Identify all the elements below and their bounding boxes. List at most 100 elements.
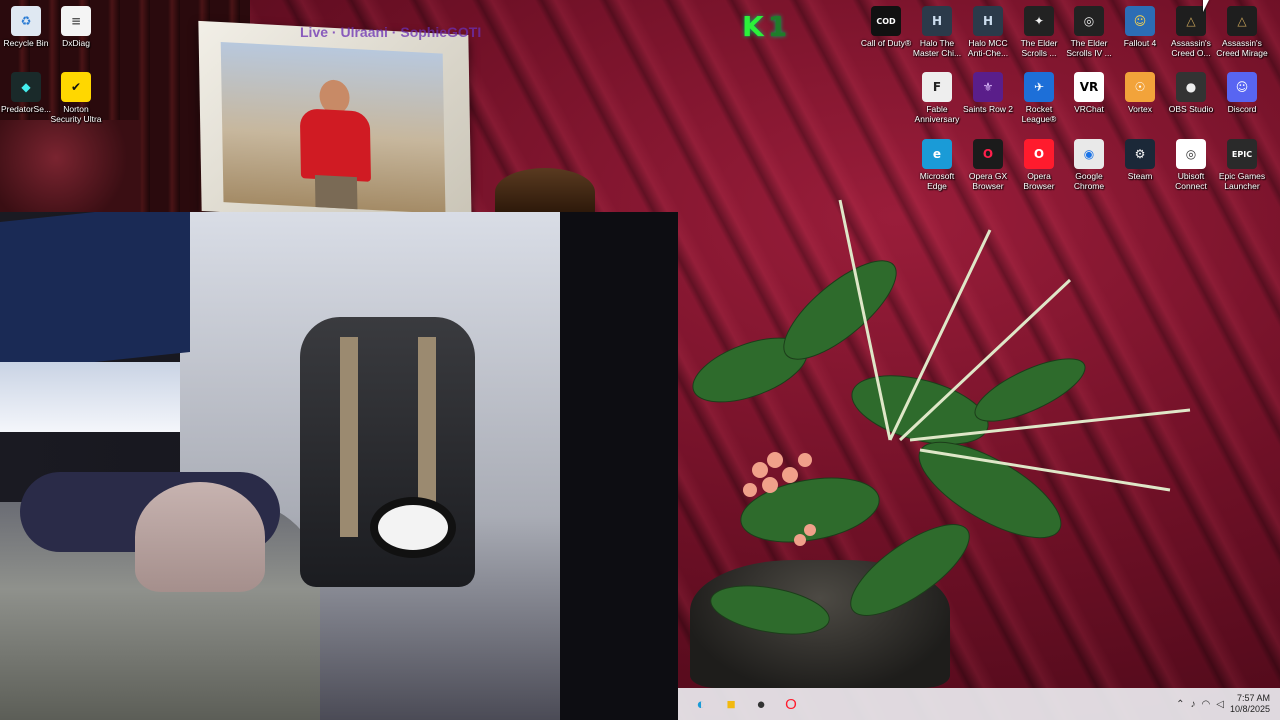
desktop-icon-label: Rocket League® xyxy=(1021,104,1057,124)
desktop-icon-label: Google Chrome xyxy=(1073,171,1105,191)
desktop-icon-label: Halo The Master Chi... xyxy=(912,38,962,58)
desktop-icon-norton[interactable]: ✔ Norton Security Ultra xyxy=(50,72,102,124)
desktop-icon-label: Assassin's Creed Mirage xyxy=(1216,38,1268,58)
picture-frame xyxy=(198,20,472,226)
house-plant xyxy=(692,199,1191,635)
webcam-dark-area xyxy=(560,212,678,720)
chair-stripe-left xyxy=(340,337,358,537)
desktop-icon-vrchat[interactable]: VR VRChat xyxy=(1063,72,1115,114)
desktop-icon-label: DxDiag xyxy=(62,38,90,48)
webcam-cat xyxy=(370,497,456,558)
tray-chevron-icon[interactable]: ⌃ xyxy=(1176,699,1184,710)
desktop-icon-label: Recycle Bin xyxy=(3,38,49,48)
steam-icon: ⚙ xyxy=(1125,139,1155,169)
oblivion-icon: ◎ xyxy=(1074,6,1104,36)
desktop-icon-halo-anticheat[interactable]: H Halo MCC Anti-Che... xyxy=(962,6,1014,58)
taskbar-obs-icon[interactable]: ● xyxy=(748,691,774,717)
k-logo: K1 xyxy=(742,10,791,43)
desktop-icon-label: Vortex xyxy=(1127,104,1153,114)
desktop-icon-steam[interactable]: ⚙ Steam xyxy=(1114,139,1166,181)
halo-mcc-icon: H xyxy=(922,6,952,36)
k-logo-suffix: 1 xyxy=(767,10,792,43)
wifi-icon[interactable]: ◠ xyxy=(1202,699,1211,710)
microphone-icon[interactable]: ♪ xyxy=(1191,699,1196,710)
desktop-icon-label: PredatorSe... xyxy=(0,104,52,114)
vrchat-icon: VR xyxy=(1074,72,1104,102)
desktop-icon-label: Assassin's Creed O... xyxy=(1171,38,1211,58)
vortex-icon: ☉ xyxy=(1125,72,1155,102)
obs-icon: ● xyxy=(1176,72,1206,102)
taskbar-opera-icon[interactable]: O xyxy=(778,691,804,717)
desktop-icon-label: Discord xyxy=(1227,104,1257,114)
desktop-icon-label: The Elder Scrolls IV ... xyxy=(1066,38,1112,58)
photo-person-legs xyxy=(314,174,358,210)
desktop-icon-label: Call of Duty® xyxy=(860,38,912,48)
desktop-icon-edge[interactable]: e Microsoft Edge xyxy=(911,139,963,191)
desktop-icon-rocket-league[interactable]: ✈ Rocket League® xyxy=(1013,72,1065,124)
desktop-icon-fallout[interactable]: ☺ Fallout 4 xyxy=(1114,6,1166,48)
k-logo-letter: K xyxy=(742,10,768,43)
assassins-creed-icon: △ xyxy=(1176,6,1206,36)
desktop-icon-label: Epic Games Launcher xyxy=(1218,171,1266,191)
rocket-league-icon: ✈ xyxy=(1024,72,1054,102)
desktop-icon-chrome[interactable]: ◉ Google Chrome xyxy=(1063,139,1115,191)
desktop-icon-recycle-bin[interactable]: ♻ Recycle Bin xyxy=(0,6,52,48)
taskbar-apps: ◐ ■ ● O xyxy=(678,691,804,717)
desktop-icon-label: Opera GX Browser xyxy=(968,171,1008,191)
webcam-window-light xyxy=(0,362,180,432)
desktop-icon-saints-row[interactable]: ⚜ Saints Row 2 xyxy=(962,72,1014,114)
norton-icon: ✔ xyxy=(61,72,91,102)
desktop-icon-obs[interactable]: ● OBS Studio xyxy=(1165,72,1217,114)
fallout-icon: ☺ xyxy=(1125,6,1155,36)
predator-icon: ◆ xyxy=(11,72,41,102)
epic-games-icon: EPIC xyxy=(1227,139,1257,169)
desktop-icon-halo-mcc[interactable]: H Halo The Master Chi... xyxy=(911,6,963,58)
webcam-tapestry xyxy=(0,212,190,372)
taskbar-clock[interactable]: 7:57 AM 10/8/2025 xyxy=(1230,693,1270,715)
desktop-icon-oblivion[interactable]: ◎ The Elder Scrolls IV ... xyxy=(1063,6,1115,58)
desktop-icon-ubisoft[interactable]: ◎ Ubisoft Connect xyxy=(1165,139,1217,191)
desktop-icon-assassins-creed[interactable]: △ Assassin's Creed O... xyxy=(1165,6,1217,58)
desktop-icon-assassins-creed-mirage[interactable]: △ Assassin's Creed Mirage xyxy=(1216,6,1268,58)
elder-scrolls-icon: ✦ xyxy=(1024,6,1054,36)
webcam-feed-window xyxy=(0,212,678,720)
discord-icon: ☺ xyxy=(1227,72,1257,102)
desktop-icon-vortex[interactable]: ☉ Vortex xyxy=(1114,72,1166,114)
desktop-icon-label: Fable Anniversary xyxy=(914,104,960,124)
recycle-bin-icon: ♻ xyxy=(11,6,41,36)
ubisoft-icon: ◎ xyxy=(1176,139,1206,169)
clock-date: 10/8/2025 xyxy=(1229,704,1270,714)
desktop-icon-epic-games[interactable]: EPIC Epic Games Launcher xyxy=(1216,139,1268,191)
desktop-icon-opera-gx[interactable]: O Opera GX Browser xyxy=(962,139,1014,191)
edge-icon: e xyxy=(922,139,952,169)
desktop-icon-label: Saints Row 2 xyxy=(962,104,1014,114)
desktop-icon-label: Fallout 4 xyxy=(1123,38,1157,48)
taskbar: ◐ ■ ● O ⌃ ♪ ◠ ◁ 7:57 AM 10/8/2025 xyxy=(678,688,1280,720)
system-tray: ⌃ ♪ ◠ ◁ 7:57 AM 10/8/2025 xyxy=(1176,693,1280,715)
desktop-icon-opera[interactable]: O Opera Browser xyxy=(1013,139,1065,191)
desktop-icon-fable[interactable]: F Fable Anniversary xyxy=(911,72,963,124)
desktop-icon-label: OBS Studio xyxy=(1168,104,1214,114)
desktop-icon-document[interactable]: ≡ DxDiag xyxy=(50,6,102,48)
photo-person-shirt xyxy=(299,108,371,182)
document-icon: ≡ xyxy=(61,6,91,36)
desktop-icon-label: Opera Browser xyxy=(1023,171,1055,191)
mouse-cursor-icon xyxy=(1203,0,1209,12)
framed-photo xyxy=(220,41,446,214)
webcam-person xyxy=(135,482,265,592)
desktop-icon-discord[interactable]: ☺ Discord xyxy=(1216,72,1268,114)
call-of-duty-icon: COD xyxy=(871,6,901,36)
desktop-icon-predator[interactable]: ◆ PredatorSe... xyxy=(0,72,52,114)
desktop-icon-label: Steam xyxy=(1127,171,1153,181)
desktop-icon-call-of-duty[interactable]: COD Call of Duty® xyxy=(860,6,912,48)
desktop-icon-elder-scrolls[interactable]: ✦ The Elder Scrolls ... xyxy=(1013,6,1065,58)
lamp-shade xyxy=(495,168,595,216)
clock-time: 7:57 AM xyxy=(1236,693,1270,703)
fable-icon: F xyxy=(922,72,952,102)
desktop-icon-label: The Elder Scrolls ... xyxy=(1020,38,1058,58)
taskbar-file-explorer-icon[interactable]: ■ xyxy=(718,691,744,717)
desktop-icon-label: Ubisoft Connect xyxy=(1175,171,1207,191)
taskbar-edge-icon[interactable]: ◐ xyxy=(688,691,714,717)
desktop-icon-label: Norton Security Ultra xyxy=(50,104,102,124)
volume-icon[interactable]: ◁ xyxy=(1216,699,1224,710)
